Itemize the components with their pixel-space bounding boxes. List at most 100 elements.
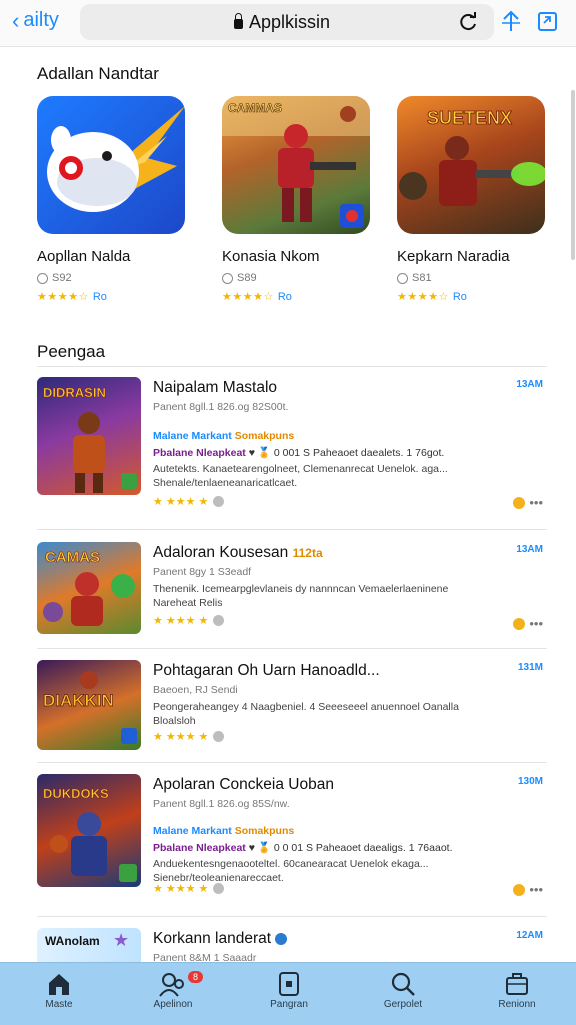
star-icon: ★ [113, 930, 130, 950]
item-title: Naipalam Mastalo [153, 379, 278, 396]
warrior-artwork-icon: SUETENX [399, 108, 545, 206]
thumb-text: DIAKKIN [43, 691, 114, 710]
hero-artwork-icon: DIDRASIN [43, 385, 137, 493]
divider [37, 648, 547, 649]
app-icon: SUETENX [397, 96, 545, 234]
item-tag-line-2: Pbalane Nleapkeat ♥ 🏅 0 0 01 S Paheaoet … [153, 841, 453, 854]
list-item[interactable]: DIDRASIN Naipalam Mastalo 13AM Panent 8g… [37, 377, 547, 517]
item-title: Pohtagaran Oh Uarn Hanoadld... [153, 662, 380, 679]
rating-stars: ★ ★★★ ★ [153, 730, 225, 743]
more-icon[interactable]: ••• [529, 616, 543, 631]
emoji-icon [513, 496, 526, 509]
tag-purple: Pbalane Nleapkeat [153, 447, 246, 459]
tab-label: Apelinon [153, 999, 193, 1010]
emoji-icon [513, 883, 526, 896]
back-button[interactable]: ‹ ailty [12, 9, 59, 32]
rating-label: Ro [452, 291, 467, 303]
tab-apps[interactable]: 8 Apelinon [118, 969, 228, 1010]
tag-orange: Somakpuns [234, 825, 295, 837]
app-thumbnail: DIDRASIN [37, 377, 141, 495]
item-title-text: Adaloran Kousesan [153, 544, 289, 561]
thumb-text: DUKDOKS [43, 786, 109, 801]
rating-label: Ro [277, 291, 292, 303]
app-count: S92 [52, 272, 72, 284]
item-time: 131M [517, 662, 543, 673]
featured-card[interactable]: CAMMAS Konasia Nkom S89 ★★★★☆ Ro [222, 96, 382, 303]
featured-card[interactable]: SUETENX Kepkarn Naradia S81 ★★★★☆ Ro [397, 96, 557, 303]
document-icon [279, 972, 299, 996]
address-bar[interactable]: Applkissin [80, 4, 494, 40]
badge-icon [213, 615, 225, 626]
badge-icon [213, 731, 225, 742]
share-icon[interactable] [500, 9, 522, 33]
tab-renionn[interactable]: Renionn [462, 969, 572, 1010]
item-description: Peongeraheangey 4 Naagbeniel. 4 Seeeseee… [153, 701, 459, 727]
item-subtitle: Baeoen, RJ Sendi [153, 684, 238, 696]
tab-label: Maste [45, 999, 73, 1010]
clock-icon [397, 272, 408, 284]
scroll-indicator[interactable] [571, 90, 575, 260]
tab-pangran[interactable]: Pangran [234, 969, 344, 1010]
more-icon[interactable]: ••• [529, 495, 543, 510]
badge-icon [213, 883, 225, 894]
url-text: Applkissin [249, 12, 331, 32]
thumb-text: CAMMAS [228, 101, 282, 115]
dragon-artwork-icon: DIAKKIN [43, 671, 137, 744]
people-icon [159, 973, 184, 997]
app-thumbnail: CAMAS [37, 542, 141, 634]
tag-rest: ♥ 🏅 0 001 S Paheaoet daealets. 1 76got. [248, 447, 445, 459]
featured-section-title: Adallan Nandtar [37, 64, 159, 83]
tab-search[interactable]: Gerpolet [348, 969, 458, 1010]
app-meta: S92 [37, 272, 197, 284]
globe-icon [275, 932, 288, 945]
list-item[interactable]: WAnolam ★ Korkann landerat 12AM Panent 8… [37, 928, 547, 962]
notification-badge: 8 [188, 971, 204, 983]
item-subtitle: Panent 8gy 1 S3eadf [153, 566, 252, 578]
item-time: 130M [517, 776, 543, 787]
badge-icon [213, 496, 225, 507]
reload-icon[interactable] [458, 11, 478, 33]
app-thumbnail: DUKDOKS [37, 774, 141, 887]
item-actions[interactable]: ••• [513, 616, 543, 631]
rating-stars: ★★★★☆ Ro [37, 291, 107, 303]
thumb-text: WAnolam [45, 934, 100, 948]
divider [37, 762, 547, 763]
app-meta: S81 [397, 272, 557, 284]
list-item[interactable]: DIAKKIN Pohtagaran Oh Uarn Hanoadld... 1… [37, 660, 547, 750]
item-title: Apolaran Conckeia Uoban [153, 776, 334, 793]
chevron-left-icon: ‹ [12, 7, 20, 33]
app-thumbnail: WAnolam ★ [37, 928, 141, 962]
app-title: Konasia Nkom [222, 248, 320, 265]
rating-stars: ★ ★★★ ★ [153, 614, 225, 627]
tag-blue: Malane Markant [153, 430, 232, 442]
tag-blue: Malane Markant [153, 825, 232, 837]
tab-label: Pangran [270, 999, 308, 1010]
tab-home[interactable]: Maste [4, 969, 114, 1010]
list-item[interactable]: CAMAS Adaloran Kousesan 112ta 13AM Panen… [37, 542, 547, 638]
tabs-icon[interactable] [536, 9, 560, 33]
item-description: Thenenik. Icemearpglevlaneis dy nannncan… [153, 583, 449, 609]
back-label: ailty [23, 9, 59, 31]
item-actions[interactable]: ••• [513, 882, 543, 897]
item-title-text: Korkann landerat [153, 930, 272, 947]
item-subtitle: Panent 8gll.1 826.og 85S/nw. [153, 798, 290, 810]
thumb-text: DIDRASIN [43, 385, 106, 400]
search-icon [391, 972, 415, 996]
browser-toolbar: ‹ ailty Applkissin [0, 0, 576, 47]
app-title: Aopllan Nalda [37, 248, 131, 265]
divider [37, 916, 547, 917]
item-time: 12AM [516, 930, 543, 941]
item-tag-line: Malane Markant Somakpuns [153, 825, 294, 837]
rating-stars: ★★★★☆ Ro [397, 291, 467, 303]
list-item[interactable]: DUKDOKS Apolaran Conckeia Uoban 130M Pan… [37, 774, 547, 904]
tab-label: Renionn [498, 999, 536, 1010]
featured-card[interactable]: Aopllan Nalda S92 ★★★★☆ Ro [37, 96, 197, 303]
item-actions[interactable]: ••• [513, 495, 543, 510]
thumb-text: CAMAS [45, 549, 100, 566]
list-section-title: Peengaa [37, 342, 106, 361]
clock-icon [222, 272, 233, 284]
item-time: 13AM [516, 379, 543, 390]
more-icon[interactable]: ••• [529, 882, 543, 897]
item-tag-line: Malane Markant Somakpuns [153, 430, 294, 442]
item-description: Anduekentesngenaooteltel. 60canearacat U… [153, 858, 429, 884]
